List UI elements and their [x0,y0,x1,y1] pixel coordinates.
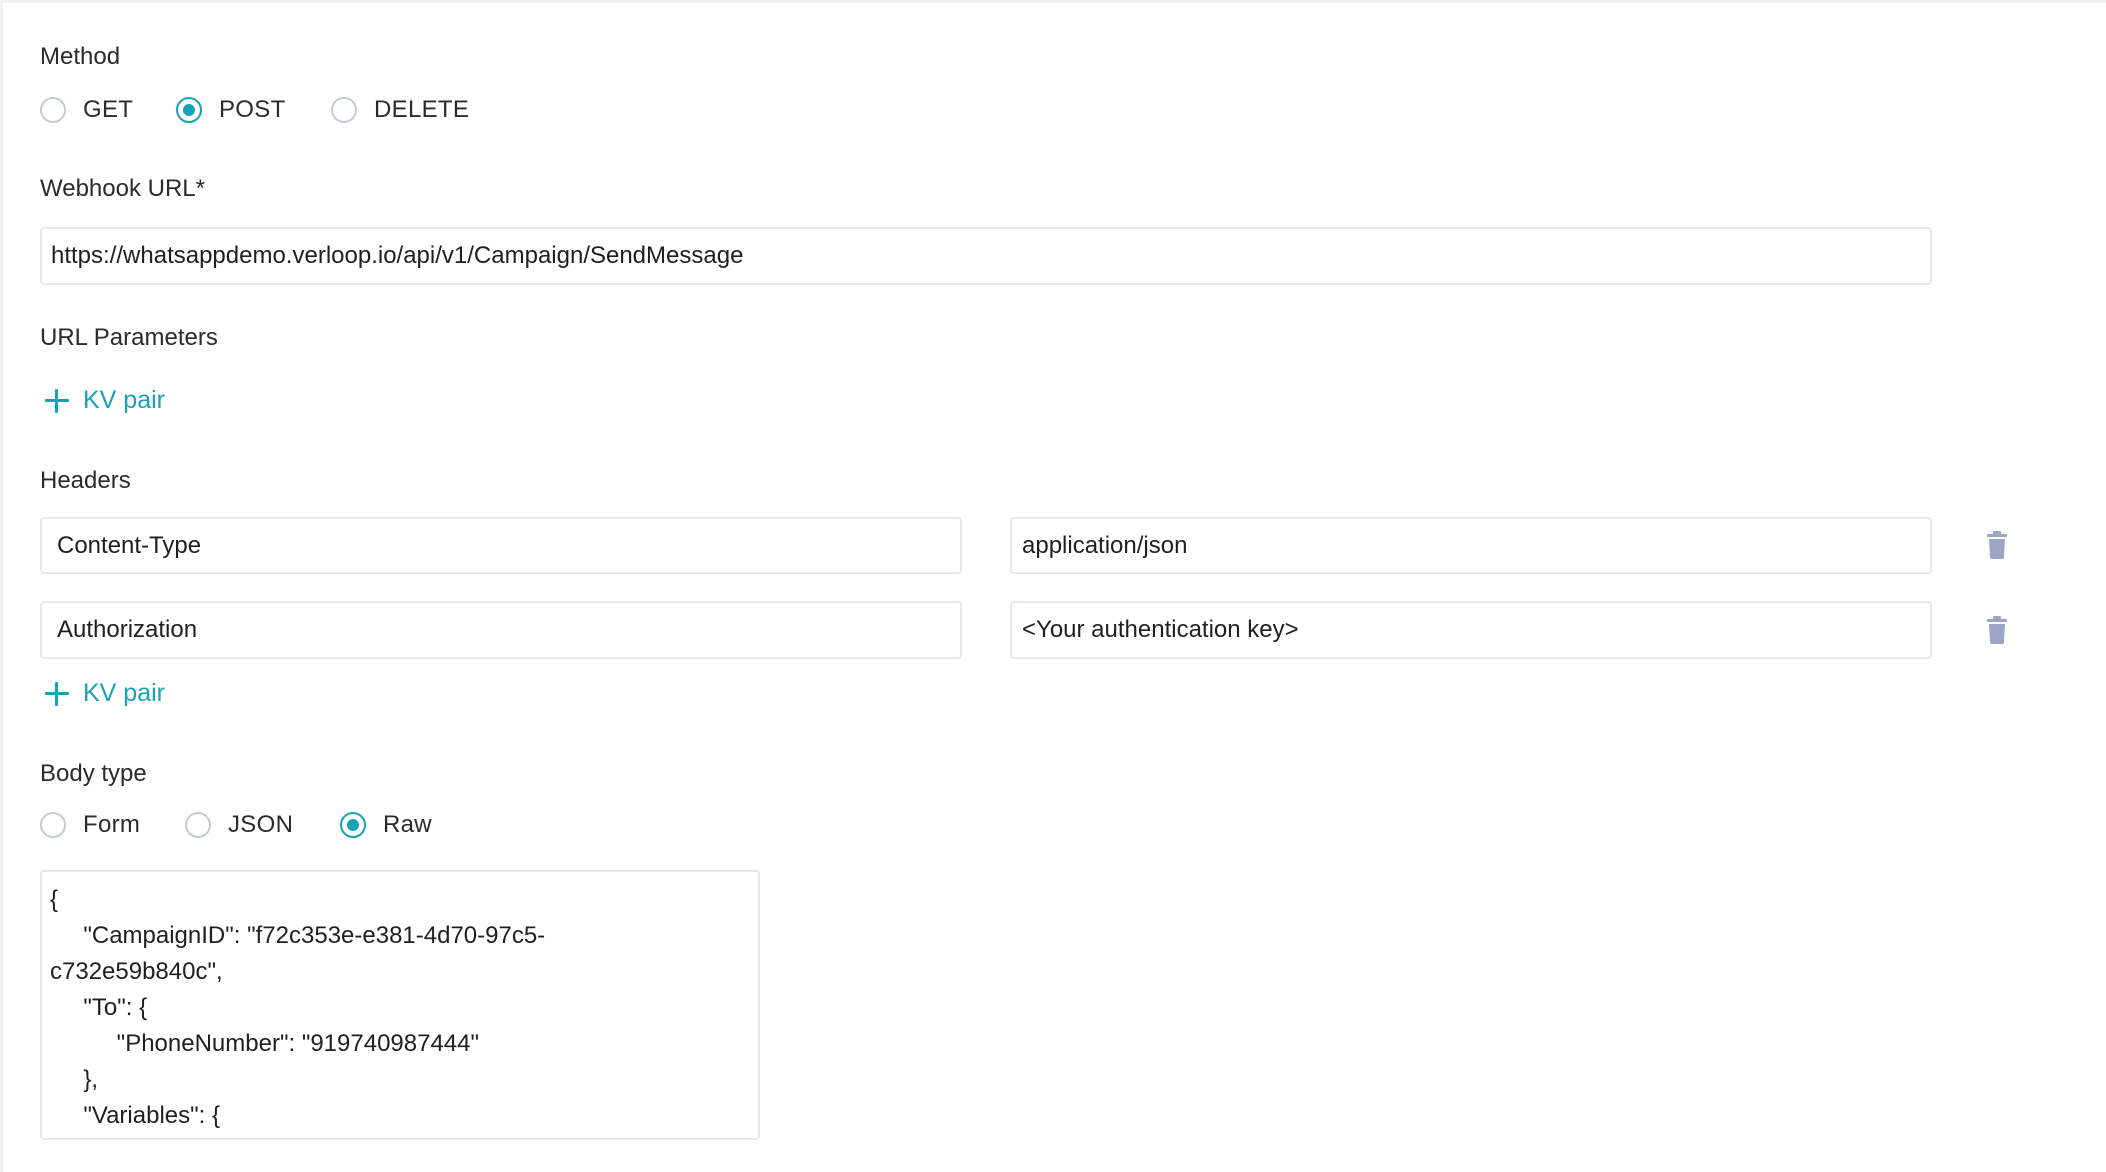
webhook-url-input[interactable]: https://whatsappdemo.verloop.io/api/v1/C… [40,227,1932,285]
method-label: Method [40,43,121,70]
code-line: "CampaignID": "f72c353e-e381-4d70-97c5- [50,922,546,949]
radio-circle-checked[interactable] [340,812,366,838]
webhook-url-label: Webhook URL* [40,175,205,202]
header-value-input[interactable]: <Your authentication key> [1010,601,1932,659]
radio-circle[interactable] [331,97,357,123]
add-header-button[interactable]: KV pair [43,679,165,708]
header-key-input[interactable]: Authorization [40,601,962,659]
trash-icon[interactable] [1985,531,2009,559]
radio-label: POST [219,96,286,123]
add-url-param-button[interactable]: KV pair [43,386,165,415]
code-line: "To": { [50,994,148,1021]
body-type-label: Body type [40,760,147,787]
radio-label: DELETE [374,96,470,123]
header-value-input[interactable]: application/json [1010,517,1932,574]
body-type-option-form[interactable]: Form [40,809,140,841]
method-option-get[interactable]: GET [40,94,133,126]
add-header-label: KV pair [83,679,165,707]
radio-label: Form [83,811,141,838]
plus-icon [43,680,71,708]
radio-circle[interactable] [40,812,66,838]
code-line: { [50,886,59,913]
body-type-option-raw[interactable]: Raw [340,809,432,841]
code-line: c732e59b840c", [50,958,223,985]
trash-icon[interactable] [1985,616,2009,644]
method-option-post[interactable]: POST [176,94,286,126]
radio-label: JSON [228,811,294,838]
method-option-delete[interactable]: DELETE [331,94,469,126]
radio-circle-checked[interactable] [176,97,202,123]
url-parameters-label: URL Parameters [40,324,218,351]
radio-circle[interactable] [185,812,211,838]
code-line: "Variables": { [50,1102,221,1129]
radio-circle[interactable] [40,97,66,123]
add-url-param-label: KV pair [83,386,165,414]
plus-icon [43,387,71,415]
code-line: "PhoneNumber": "919740987444" [50,1030,480,1057]
body-type-option-json[interactable]: JSON [185,809,293,841]
header-key-input[interactable]: Content-Type [40,517,962,574]
webhook-config-form: Method GET POST DELETE Webhook URL* http… [0,0,2106,1172]
headers-label: Headers [40,467,131,494]
raw-body-textarea[interactable]: { "CampaignID": "f72c353e-e381-4d70-97c5… [40,870,760,1140]
code-line: }, [50,1066,99,1093]
radio-label: Raw [383,811,432,838]
radio-label: GET [83,96,134,123]
